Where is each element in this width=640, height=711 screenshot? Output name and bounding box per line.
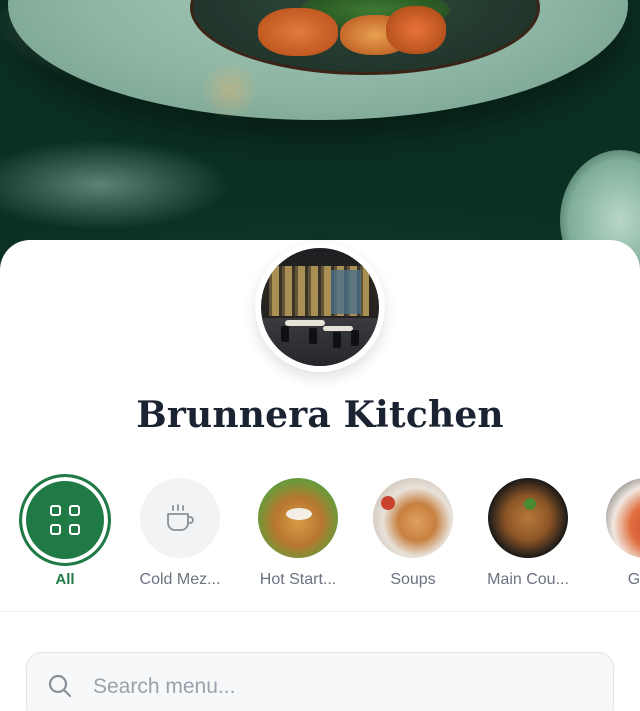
category-label: Grills <box>627 571 640 588</box>
hot-starters-photo[interactable] <box>258 478 338 558</box>
category-all[interactable]: All <box>5 474 125 588</box>
soups-photo[interactable] <box>373 478 453 558</box>
category-label: Soups <box>390 571 436 588</box>
restaurant-logo <box>255 242 385 372</box>
category-label: Hot Start... <box>259 571 337 588</box>
main-course-photo[interactable] <box>488 478 568 558</box>
category-all-circle[interactable] <box>19 474 111 566</box>
search-bar[interactable] <box>26 652 614 711</box>
grid-icon <box>50 505 80 535</box>
category-cold-mezze[interactable]: Cold Mez... <box>120 474 240 588</box>
category-label: Cold Mez... <box>139 571 221 588</box>
search-icon <box>48 674 72 698</box>
category-main-course[interactable]: Main Cou... <box>468 474 588 588</box>
divider <box>0 611 640 612</box>
category-carousel[interactable]: All Cold Mez... Hot Start... Soups Main … <box>0 474 640 594</box>
restaurant-name: Brunnera Kitchen <box>136 394 504 436</box>
coffee-cup-icon <box>167 504 194 531</box>
category-cold-mezze-circle[interactable] <box>140 478 220 558</box>
category-label: Main Cou... <box>487 571 569 588</box>
restaurant-interior-image <box>261 248 379 366</box>
category-hot-starters[interactable]: Hot Start... <box>238 474 358 588</box>
search-input[interactable] <box>93 667 573 707</box>
category-grills[interactable]: Grills <box>586 474 640 588</box>
category-soups[interactable]: Soups <box>353 474 473 588</box>
grills-photo[interactable] <box>606 478 640 558</box>
category-label: All <box>55 571 75 588</box>
